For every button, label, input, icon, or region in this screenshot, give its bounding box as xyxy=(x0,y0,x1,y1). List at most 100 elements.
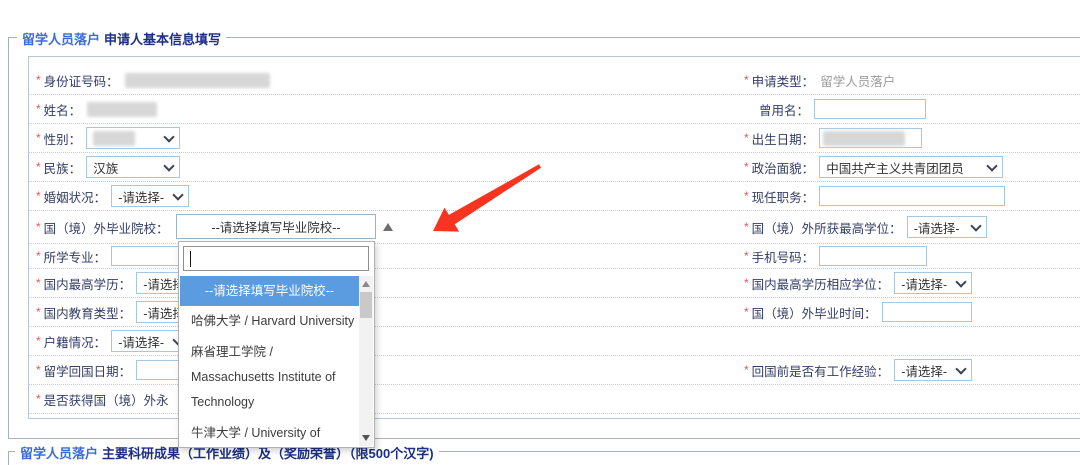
required-marker: * xyxy=(36,189,41,203)
section1-legend: 留学人员落户 申请人基本信息填写 xyxy=(17,29,227,48)
chevron-down-icon xyxy=(955,362,967,375)
field-label: 身份证号码： xyxy=(43,74,119,89)
chevron-down-icon xyxy=(163,159,175,172)
marital-status-value: -请选择- xyxy=(118,190,165,205)
scroll-down-icon[interactable] xyxy=(362,435,370,441)
name-redacted-value xyxy=(87,101,158,117)
section2-legend-title: 主要科研成果（工作业绩）及（奖励荣誉）（限500个汉字) xyxy=(102,446,434,461)
school-option-harvard[interactable]: 哈佛大学 / Harvard University xyxy=(180,306,359,337)
work-experience-value: -请选择- xyxy=(901,364,948,379)
school-search-input[interactable] xyxy=(183,246,369,271)
overseas-school-combobox-value: --请选择填写毕业院校-- xyxy=(211,221,341,235)
school-option-list: --请选择填写毕业院校-- 哈佛大学 / Harvard University … xyxy=(180,276,359,446)
overseas-degree-value: -请选择- xyxy=(913,221,960,236)
required-marker: * xyxy=(744,249,749,263)
field-label: 国内教育类型： xyxy=(43,306,132,321)
required-marker: * xyxy=(744,131,749,145)
section2-legend-prefix: 留学人员落户 xyxy=(20,446,99,461)
required-marker: * xyxy=(36,334,41,348)
field-label: 是否获得国（境）外永 xyxy=(43,393,169,408)
required-marker: * xyxy=(36,392,41,406)
field-label: 性别： xyxy=(43,132,82,147)
field-label: 国内最高学历： xyxy=(43,277,132,292)
required-marker: * xyxy=(744,160,749,174)
field-label: 所学专业： xyxy=(43,250,107,265)
field-label: 户籍情况： xyxy=(43,335,107,350)
section-basic-info: 留学人员落户 申请人基本信息填写 * 身份证号码： * 申请类型： 留学人员落户 … xyxy=(8,29,1080,439)
form-row: * 性别： * 出生日期： xyxy=(29,124,1080,153)
form-row: * 民族： 汉族 * 政治面貌： 中国共产主义共青团团员 xyxy=(29,153,1080,182)
field-label: 姓名： xyxy=(43,103,82,118)
overseas-school-combobox[interactable]: --请选择填写毕业院校-- xyxy=(176,214,376,239)
required-marker: * xyxy=(36,363,41,377)
field-label: 国（境）外所获最高学位： xyxy=(751,221,902,236)
chevron-down-icon xyxy=(172,188,184,201)
overseas-graduation-time-input[interactable] xyxy=(881,302,972,322)
required-marker: * xyxy=(36,73,41,87)
school-option-mit[interactable]: 麻省理工学院 / Massachusetts Institute of Tech… xyxy=(180,337,359,418)
form-row: * 身份证号码： * 申请类型： 留学人员落户 xyxy=(29,66,1080,95)
required-marker: * xyxy=(36,160,41,174)
application-type-value: 留学人员落户 xyxy=(820,74,896,89)
field-label: 国（境）外毕业院校： xyxy=(43,221,169,236)
domestic-degree-value: -请选择- xyxy=(901,277,948,292)
form-row: * 婚姻状况： -请选择- * 现任职务： xyxy=(29,182,1080,211)
required-marker: * xyxy=(36,249,41,263)
required-marker: * xyxy=(36,102,41,116)
field-label: 手机号码： xyxy=(751,250,815,265)
chevron-down-icon xyxy=(986,159,998,172)
section-research-achievements: 留学人员落户 主要科研成果（工作业绩）及（奖励荣誉）（限500个汉字) xyxy=(8,443,1080,465)
chevron-down-icon xyxy=(955,275,967,288)
mobile-number-input[interactable] xyxy=(819,246,928,266)
political-status-select[interactable]: 中国共产主义共青团团员 xyxy=(819,156,1004,178)
text-caret xyxy=(190,251,191,267)
ethnicity-select[interactable]: 汉族 xyxy=(86,156,181,178)
field-label: 曾用名： xyxy=(759,103,810,118)
field-label: 出生日期： xyxy=(751,132,815,147)
field-label: 民族： xyxy=(43,161,82,176)
work-experience-select[interactable]: -请选择- xyxy=(894,359,973,381)
gender-select[interactable] xyxy=(86,127,181,149)
field-label: 留学回国日期： xyxy=(43,364,132,379)
overseas-degree-select[interactable]: -请选择- xyxy=(906,216,987,238)
field-label: 政治面貌： xyxy=(751,161,815,176)
school-option-placeholder[interactable]: --请选择填写毕业院校-- xyxy=(180,276,359,306)
combobox-toggle-arrow-icon[interactable] xyxy=(383,223,393,231)
school-option-oxford[interactable]: 牛津大学 / University of Oxford xyxy=(180,418,359,446)
household-registration-value: -请选择- xyxy=(118,335,165,350)
overseas-school-dropdown-panel: --请选择填写毕业院校-- 哈佛大学 / Harvard University … xyxy=(178,241,375,448)
chevron-down-icon xyxy=(163,130,175,143)
required-marker: * xyxy=(744,276,749,290)
scroll-up-icon[interactable] xyxy=(362,281,370,287)
ethnicity-value: 汉族 xyxy=(93,161,119,176)
page: 留学人员落户 申请人基本信息填写 * 身份证号码： * 申请类型： 留学人员落户 … xyxy=(0,0,1080,465)
birth-date-input[interactable] xyxy=(819,128,923,148)
chevron-down-icon xyxy=(970,219,982,232)
id-number-redacted-value xyxy=(124,72,270,88)
domestic-degree-select[interactable]: -请选择- xyxy=(894,272,973,294)
birth-date-redacted-value xyxy=(823,130,906,146)
field-label: 国（境）外毕业时间： xyxy=(751,306,877,321)
field-label: 婚姻状况： xyxy=(43,190,107,205)
field-label: 现任职务： xyxy=(751,190,815,205)
political-status-value: 中国共产主义共青团团员 xyxy=(826,161,964,176)
field-label: 申请类型： xyxy=(751,74,815,89)
required-marker: * xyxy=(36,131,41,145)
marital-status-select[interactable]: -请选择- xyxy=(111,185,190,207)
dropdown-scrollbar[interactable] xyxy=(359,276,373,446)
section1-legend-prefix: 留学人员落户 xyxy=(22,32,101,47)
field-label: 回国前是否有工作经验： xyxy=(751,364,890,379)
former-name-input[interactable] xyxy=(814,99,927,119)
required-marker: * xyxy=(36,276,41,290)
form-row: * 姓名： 曾用名： xyxy=(29,95,1080,124)
gender-redacted-value xyxy=(93,130,136,146)
required-marker: * xyxy=(744,189,749,203)
required-marker: * xyxy=(744,363,749,377)
section1-legend-title: 申请人基本信息填写 xyxy=(104,32,222,47)
required-marker: * xyxy=(744,305,749,319)
field-label: 国内最高学历相应学位： xyxy=(751,277,890,292)
current-position-input[interactable] xyxy=(819,186,1006,206)
required-marker: * xyxy=(744,73,749,87)
scrollbar-thumb[interactable] xyxy=(360,292,372,318)
required-marker: * xyxy=(744,220,749,234)
